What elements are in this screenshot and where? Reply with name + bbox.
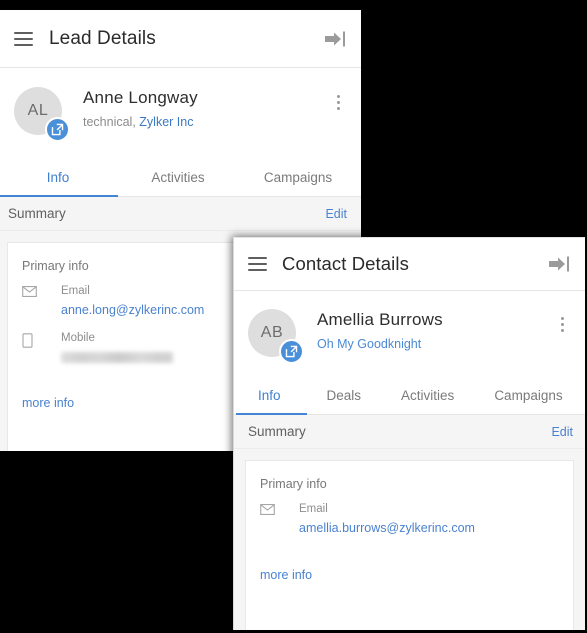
tab-activities[interactable]: Activities <box>118 158 238 196</box>
email-value[interactable]: anne.long@zylkerinc.com <box>61 301 204 320</box>
external-link-icon[interactable] <box>45 117 70 142</box>
contact-tabs: Info Deals Activities Campaigns <box>234 376 585 415</box>
hamburger-icon[interactable] <box>248 257 267 271</box>
collapse-panel-icon[interactable] <box>547 255 571 273</box>
field-email-body: Email amellia.burrows@zylkerinc.com <box>299 502 475 538</box>
field-mobile-body: Mobile <box>61 331 173 368</box>
hamburger-icon[interactable] <box>14 31 33 46</box>
tab-campaigns[interactable]: Campaigns <box>238 158 358 196</box>
contact-topbar: Contact Details <box>234 238 585 291</box>
more-info-link[interactable]: more info <box>22 396 74 410</box>
mobile-icon <box>22 331 42 348</box>
edit-link[interactable]: Edit <box>551 425 573 439</box>
email-icon <box>260 502 280 515</box>
person-name: Amellia Burrows <box>317 310 443 329</box>
field-email: Email amellia.burrows@zylkerinc.com <box>260 502 559 538</box>
mobile-value-redacted[interactable] <box>61 352 173 363</box>
field-label: Email <box>299 503 328 515</box>
lead-topbar: Lead Details <box>0 10 361 68</box>
tab-info[interactable]: Info <box>236 376 307 415</box>
lead-person-row: AL Anne Longway technical, Zylker Inc <box>0 68 361 158</box>
edit-link[interactable]: Edit <box>325 207 347 221</box>
contact-summary-band: Summary Edit <box>234 415 585 449</box>
page-title: Contact Details <box>282 253 409 274</box>
avatar: AL <box>14 87 70 142</box>
more-vertical-icon[interactable] <box>329 89 347 115</box>
lead-tabs: Info Activities Campaigns <box>0 158 361 197</box>
tab-activities[interactable]: Activities <box>381 376 474 414</box>
company-link[interactable]: Zylker Inc <box>139 115 193 129</box>
person-name: Anne Longway <box>83 88 198 107</box>
contact-primary-info-card: Primary info Email amellia.burrows@zylke… <box>245 460 574 630</box>
screen-background: Lead Details AL Anne Longway technical, … <box>0 0 587 633</box>
person-subtitle-prefix: technical, <box>83 115 140 129</box>
more-info-link[interactable]: more info <box>260 568 312 582</box>
collapse-panel-icon[interactable] <box>323 30 347 48</box>
lead-person-text: Anne Longway technical, Zylker Inc <box>83 87 329 129</box>
contact-content: Primary info Email amellia.burrows@zylke… <box>234 449 585 630</box>
tab-deals[interactable]: Deals <box>307 376 382 414</box>
company-link[interactable]: Oh My Goodknight <box>317 337 553 351</box>
external-link-icon[interactable] <box>279 339 304 364</box>
tab-campaigns[interactable]: Campaigns <box>474 376 582 414</box>
field-label: Email <box>61 285 90 297</box>
avatar: AB <box>248 309 304 364</box>
contact-details-card: Contact Details AB Amellia Burrows Oh My… <box>233 237 585 630</box>
person-subtitle: technical, Zylker Inc <box>83 115 329 129</box>
contact-person-text: Amellia Burrows Oh My Goodknight <box>317 309 553 351</box>
page-title: Lead Details <box>49 27 156 49</box>
more-vertical-icon[interactable] <box>553 311 571 337</box>
summary-title: Summary <box>8 206 66 221</box>
field-label: Mobile <box>61 332 95 344</box>
field-email-body: Email anne.long@zylkerinc.com <box>61 284 204 320</box>
contact-person-row: AB Amellia Burrows Oh My Goodknight <box>234 291 585 376</box>
email-icon <box>22 284 42 297</box>
lead-summary-band: Summary Edit <box>0 197 361 231</box>
primary-info-label: Primary info <box>260 477 327 491</box>
email-value[interactable]: amellia.burrows@zylkerinc.com <box>299 519 475 538</box>
summary-title: Summary <box>248 424 306 439</box>
tab-info[interactable]: Info <box>0 158 118 197</box>
